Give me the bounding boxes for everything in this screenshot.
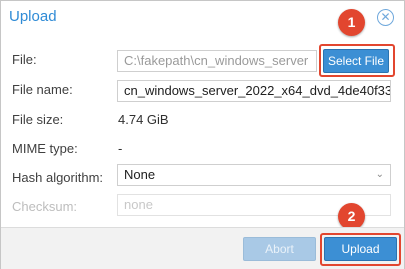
upload-highlight [320, 233, 401, 266]
mime-type-value: - [118, 141, 123, 156]
mime-type-label: MIME type: [12, 141, 78, 156]
file-name-input[interactable]: cn_windows_server_2022_x64_dvd_4de40f33 [117, 80, 391, 102]
annotation-badge-2: 2 [338, 203, 365, 230]
file-path-field: C:\fakepath\cn_windows_server [117, 50, 317, 72]
dialog-footer: Abort Upload [1, 227, 404, 269]
hash-algorithm-label: Hash algorithm: [12, 170, 104, 185]
hash-algorithm-value: None [124, 167, 156, 182]
checksum-label: Checksum: [12, 199, 78, 214]
chevron-down-icon: ⌄ [375, 169, 384, 180]
dialog-title: Upload [9, 8, 57, 25]
upload-dialog: Upload ✕ File: C:\fakepath\cn_windows_se… [0, 0, 405, 269]
file-label: File: [12, 52, 37, 67]
hash-algorithm-select[interactable]: None ⌄ [117, 164, 391, 186]
file-size-value: 4.74 GiB [118, 112, 169, 127]
annotation-badge-1: 1 [338, 9, 365, 36]
select-file-highlight [319, 44, 395, 77]
close-icon[interactable]: ✕ [377, 9, 394, 26]
file-name-label: File name: [12, 82, 73, 97]
abort-button[interactable]: Abort [243, 237, 316, 261]
upload-form: File: C:\fakepath\cn_windows_server Sele… [1, 9, 404, 230]
file-size-label: File size: [12, 112, 64, 127]
